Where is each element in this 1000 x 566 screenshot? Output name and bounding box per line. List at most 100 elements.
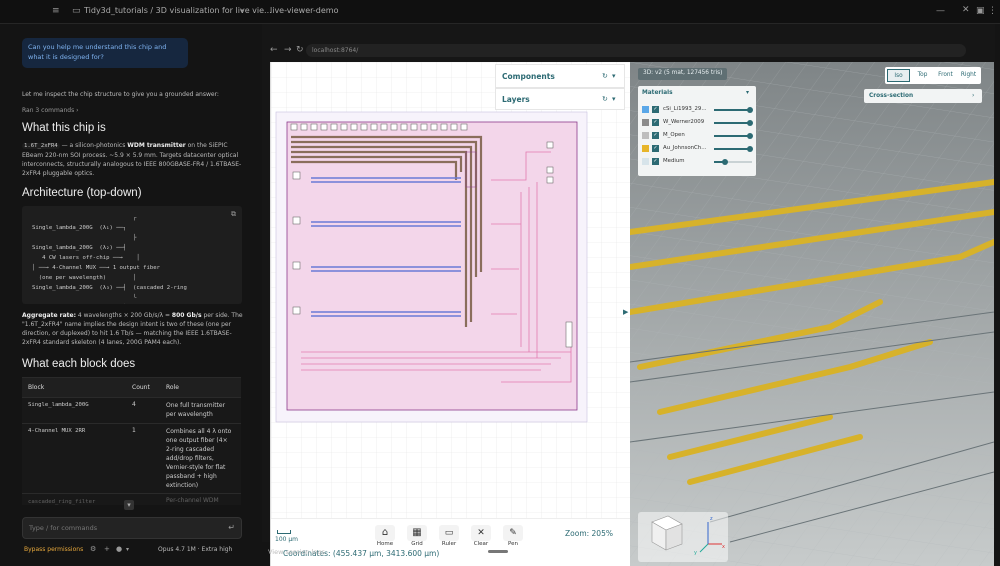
viewer-3d[interactable]: 3D: v2 (5 mat, 127456 tris) Iso Top Fron… — [630, 62, 994, 566]
command-input[interactable]: Type / for commands ↵ — [22, 517, 242, 539]
chevron-down-icon[interactable]: ▾ — [126, 547, 129, 553]
ran-commands-toggle[interactable]: Ran 3 commands › — [22, 106, 79, 115]
axis-z-label: z — [710, 516, 713, 522]
checkbox-icon[interactable]: ✓ — [652, 106, 659, 113]
opacity-slider-thumb[interactable] — [747, 133, 754, 139]
collapse-panel-icon[interactable]: ▶ — [623, 308, 628, 316]
tool-clear[interactable]: ✕ Clear — [469, 525, 493, 547]
layout-canvas[interactable] — [271, 62, 631, 566]
mic-icon[interactable]: ● — [116, 546, 122, 553]
drag-handle[interactable] — [488, 550, 508, 553]
folder-icon: ▭ — [72, 6, 81, 16]
components-panel[interactable]: Components ↻ ▾ — [495, 64, 625, 88]
view-iso-button[interactable]: Iso — [887, 69, 910, 82]
material-swatch — [642, 106, 649, 113]
tool-grid[interactable]: ▦ Grid — [405, 525, 429, 547]
chip-name-code: 1.6T_2xFR4 — [22, 143, 60, 149]
scroll-down-button[interactable]: ▾ — [124, 500, 134, 510]
chip-outline — [286, 121, 578, 411]
architecture-line: ┌ — [32, 215, 137, 221]
chevron-down-icon[interactable]: ▾ — [746, 90, 749, 96]
material-name: W_Werner2009 — [663, 119, 705, 125]
opacity-slider[interactable] — [714, 159, 752, 165]
table-header: Role — [160, 377, 241, 398]
tool-home[interactable]: ⌂ Home — [373, 525, 397, 547]
architecture-diagram: ┌ Single_lambda_200G (λ₁) ──┐ ├ Single_lam… — [32, 213, 242, 304]
send-icon[interactable]: ↵ — [228, 524, 235, 532]
scene-status: 3D: v2 (5 mat, 127456 tris) — [638, 68, 728, 80]
browser-tab[interactable]: live-viewer-demo — [270, 6, 338, 15]
back-icon[interactable]: ← — [270, 46, 278, 55]
checkbox-icon[interactable]: ✓ — [652, 119, 659, 126]
refresh-icon[interactable]: ↻ — [602, 96, 608, 103]
heading-blocks: What each block does — [22, 358, 136, 370]
more-icon[interactable]: ⋮ — [988, 7, 997, 16]
table-header: Block — [22, 377, 126, 398]
opacity-slider[interactable] — [714, 146, 754, 152]
top-bar: ≡ ▭ Tidy3d_tutorials / 3D visualization … — [0, 0, 1000, 24]
copy-icon[interactable]: ⧉ — [231, 211, 236, 218]
heading-what-chip: What this chip is — [22, 122, 106, 134]
close-icon: ✕ — [471, 525, 491, 541]
checkbox-icon[interactable]: ✓ — [652, 158, 659, 165]
chevron-down-icon[interactable]: ▾ — [612, 96, 616, 103]
architecture-line: │ ──→ 4-Channel MUX ──→ 1 output fiber — [32, 265, 160, 271]
reload-icon[interactable]: ↻ — [296, 46, 304, 55]
home-icon: ⌂ — [375, 525, 395, 541]
bypass-permissions[interactable]: Bypass permissions — [24, 546, 83, 553]
architecture-line: Single_lambda_200G (λ₂) ──┤ — [32, 245, 127, 251]
blocks-table-wrap: Block Count Role Single_lambda_200G 4 On… — [22, 377, 241, 505]
opacity-slider[interactable] — [714, 107, 754, 113]
checkbox-icon[interactable]: ✓ — [652, 132, 659, 139]
architecture-line: Single_lambda_200G (λ₄) ──┘ add/drop fil… — [32, 303, 242, 304]
opacity-slider-thumb[interactable] — [747, 146, 754, 152]
opacity-slider-thumb[interactable] — [747, 120, 754, 126]
chevron-down-icon[interactable]: ▾ — [240, 8, 244, 15]
view-session-logs[interactable]: View session logs — [268, 548, 325, 556]
menu-icon[interactable]: ≡ — [52, 7, 60, 16]
settings-icon[interactable]: ⚙ — [90, 546, 96, 553]
material-name: Au_JohnsonCh... — [663, 145, 707, 151]
view-front-button[interactable]: Front — [935, 69, 956, 82]
split-view-icon[interactable]: ▣ — [976, 7, 985, 16]
forward-icon[interactable]: → — [284, 46, 292, 55]
material-row: ✓ Medium — [642, 156, 754, 169]
layers-panel[interactable]: Layers ↻ ▾ — [495, 88, 625, 110]
material-swatch — [642, 132, 649, 139]
layers-title: Layers — [502, 95, 530, 104]
architecture-line: 4 CW lasers off-chip ──→ │ — [32, 255, 140, 261]
opacity-slider[interactable] — [714, 133, 754, 139]
aggregate-rate-text: Aggregate rate: 4 wavelengths × 200 Gb/s… — [22, 312, 243, 346]
opacity-slider-thumb[interactable] — [747, 107, 754, 113]
opacity-slider-fill — [714, 148, 751, 150]
orientation-cube[interactable] — [638, 512, 728, 562]
close-icon[interactable]: ✕ — [962, 6, 970, 15]
chip-description: 1.6T_2xFR4 — a silicon-photonics WDM tra… — [22, 142, 242, 177]
minimize-icon[interactable]: — — [936, 7, 945, 16]
heading-architecture: Architecture (top-down) — [22, 187, 142, 199]
view-right-button[interactable]: Right — [958, 69, 979, 82]
material-swatch — [642, 158, 649, 165]
material-name: M_Open — [663, 132, 685, 138]
url-input[interactable]: localhost:8764/ — [306, 44, 966, 57]
tool-ruler[interactable]: ▭ Ruler — [437, 525, 461, 547]
view-top-button[interactable]: Top — [912, 69, 933, 82]
browser-window: ← → ↻ localhost:8764/ Components ↻ ▾ Lay… — [262, 24, 995, 566]
scale-bar — [277, 530, 291, 534]
chevron-down-icon[interactable]: ▾ — [612, 73, 616, 80]
model-selector[interactable]: Opus 4.7 1M · Extra high — [158, 546, 232, 553]
orientation-gizmo[interactable]: x z y — [638, 512, 728, 562]
opacity-slider-thumb[interactable] — [722, 159, 729, 165]
chevron-right-icon: › — [972, 92, 975, 99]
layout-2d-view[interactable]: Components ↻ ▾ Layers ↻ ▾ ▶ ⌂ Home ▦ Grid … — [270, 62, 631, 566]
checkbox-icon[interactable]: ✓ — [652, 145, 659, 152]
refresh-icon[interactable]: ↻ — [602, 73, 608, 80]
cross-section-panel[interactable]: Cross-section › — [864, 89, 982, 103]
tool-pen[interactable]: ✎ Pen — [501, 525, 525, 547]
components-title: Components — [502, 72, 555, 81]
opacity-slider[interactable] — [714, 120, 754, 126]
add-icon[interactable]: + — [104, 546, 110, 553]
table-row: Single_lambda_200G 4 One full transmitte… — [22, 397, 241, 424]
material-row: ✓ Au_JohnsonCh... — [642, 143, 754, 156]
material-name: Medium — [663, 158, 685, 164]
